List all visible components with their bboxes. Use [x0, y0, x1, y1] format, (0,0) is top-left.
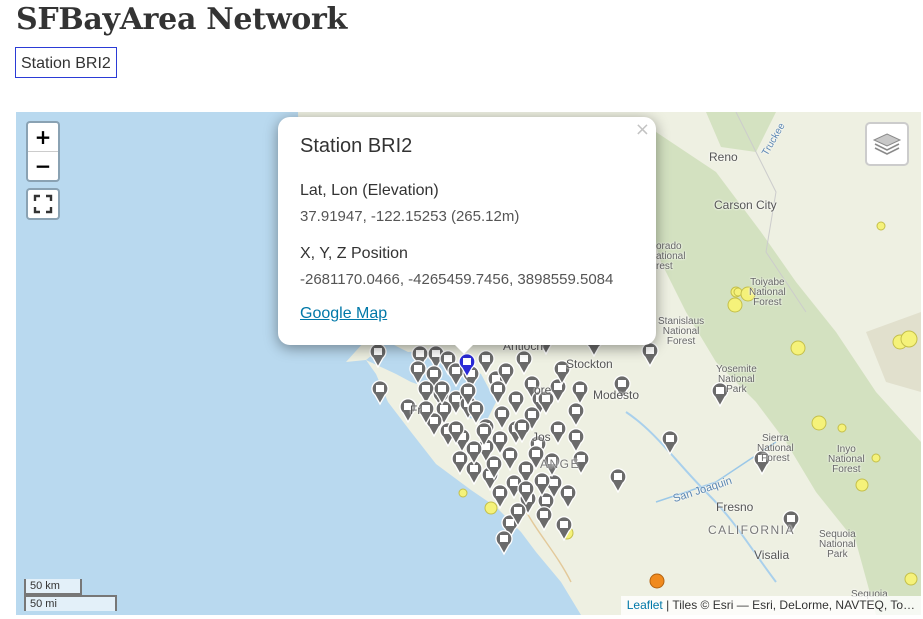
label-fresno: Fresno [716, 500, 754, 514]
attribution-text: | Tiles © Esri — Esri, DeLorme, NAVTEQ, … [662, 598, 915, 612]
xyz-value: -2681170.0466, -4265459.7456, 3898559.50… [300, 271, 614, 288]
xyz-label: X, Y, Z Position [300, 245, 408, 262]
latlon-label: Lat, Lon (Elevation) [300, 182, 439, 199]
zoom-out-button[interactable]: − [28, 152, 58, 180]
scale-bar: 50 km 50 mi [24, 579, 117, 611]
label-yosemite: Yosemite National Park [716, 364, 757, 395]
popup-title: Station BRI2 [300, 135, 413, 157]
scale-km: 50 km [24, 579, 82, 595]
label-ange: ANGE [540, 457, 581, 471]
layers-icon [872, 133, 902, 155]
label-toiyabe: Toiyabe National Forest [749, 277, 786, 308]
label-visalia: Visalia [754, 548, 790, 562]
popup-tip [454, 344, 474, 354]
label-stockton: Stockton [566, 357, 613, 371]
google-map-link[interactable]: Google Map [300, 305, 387, 323]
label-modesto: Modesto [593, 388, 640, 402]
latlon-value: 37.91947, -122.15253 (265.12m) [300, 208, 520, 225]
label-inyo: Inyo National Forest [828, 444, 865, 475]
label-sierra: Sierra National Forest [757, 433, 794, 464]
map-container[interactable]: Truckee Reno Carson City orado ational r… [16, 112, 921, 615]
zoom-control: + − [26, 121, 60, 182]
label-ore: ore [534, 383, 552, 397]
label-eldorado: orado ational rest [656, 241, 686, 272]
label-fr: Fr [410, 403, 422, 417]
leaflet-link[interactable]: Leaflet [627, 598, 663, 612]
layers-button[interactable] [865, 122, 909, 166]
fullscreen-button[interactable] [26, 188, 60, 220]
label-reno: Reno [709, 150, 738, 164]
label-carson-city: Carson City [714, 198, 777, 212]
label-jos: Jos [532, 430, 551, 444]
label-sequoia-park: Sequoia National Park [819, 529, 856, 560]
label-stanislaus: Stanislaus National Forest [658, 316, 705, 347]
page-title: SFBayArea Network [16, 2, 347, 37]
popup-close-button[interactable]: × [635, 120, 650, 140]
fullscreen-icon [33, 194, 53, 214]
zoom-in-button[interactable]: + [28, 123, 58, 152]
map-attribution: Leaflet | Tiles © Esri — Esri, DeLorme, … [620, 596, 921, 615]
label-california: CALIFORNIA [708, 523, 796, 537]
station-button[interactable]: Station BRI2 [15, 47, 117, 78]
scale-mi: 50 mi [24, 595, 117, 611]
station-popup: × Station BRI2 Lat, Lon (Elevation) 37.9… [278, 117, 656, 345]
